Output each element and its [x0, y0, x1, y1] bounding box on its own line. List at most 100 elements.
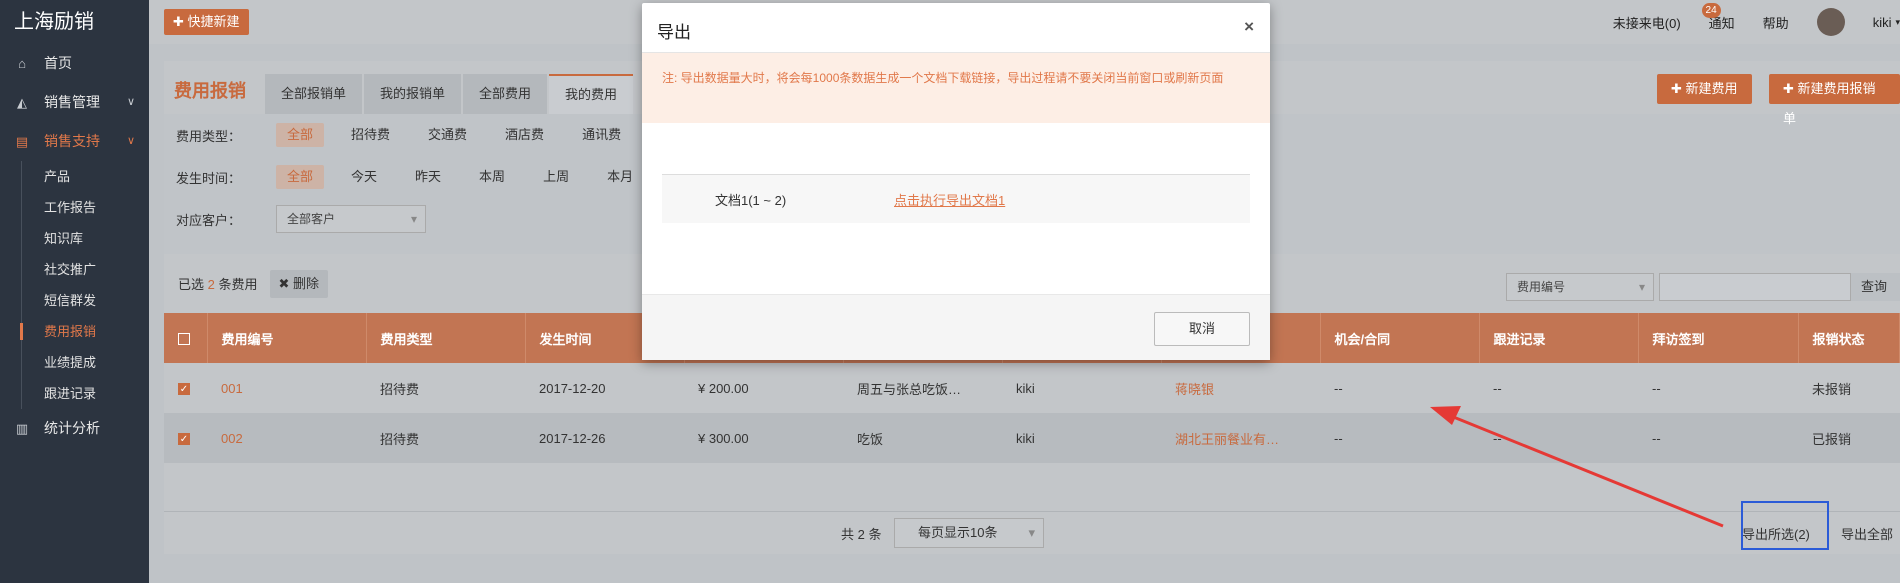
- filter-option[interactable]: 昨天: [404, 165, 452, 189]
- table-cell: kiki: [1016, 380, 1035, 396]
- cancel-button[interactable]: 取消: [1154, 312, 1250, 346]
- close-icon[interactable]: ×: [1244, 17, 1254, 37]
- table-cell: --: [1334, 430, 1343, 446]
- column-header[interactable]: 跟进记录: [1479, 313, 1639, 363]
- filter-option[interactable]: 酒店费: [494, 123, 555, 147]
- sidebar-item-sales-management[interactable]: ◭ 销售管理 ∨: [0, 83, 149, 122]
- selected-summary: 已选 2 条费用: [178, 274, 258, 293]
- quick-new-label: 快捷新建: [187, 14, 240, 29]
- sidebar-subitem-knowledge-base[interactable]: 知识库: [22, 223, 149, 254]
- page-title: 费用报销: [174, 81, 246, 101]
- column-header[interactable]: 机会/合同: [1320, 313, 1480, 363]
- dialog-header: 导出 ×: [642, 3, 1270, 53]
- notification-count-badge: 24: [1701, 2, 1721, 18]
- export-dialog: 导出 × 注: 导出数据量大时，将会每1000条数据生成一个文档下载链接，导出过…: [642, 3, 1270, 360]
- select-all-checkbox[interactable]: [178, 333, 190, 346]
- sidebar-item-statistics[interactable]: ▥ 统计分析: [0, 409, 149, 448]
- user-name: kiki: [1872, 14, 1892, 30]
- filter-option[interactable]: 通讯费: [571, 123, 632, 147]
- filter-option[interactable]: 上周: [532, 165, 580, 189]
- sidebar-item-home[interactable]: ⌂ 首页: [0, 44, 149, 83]
- new-expense-report-button[interactable]: ✚ 新建费用报销单: [1769, 74, 1900, 126]
- sidebar-subitem-expenses[interactable]: 费用报销: [20, 316, 149, 347]
- tab-my-reports[interactable]: 我的报销单: [364, 74, 462, 114]
- row-checkbox[interactable]: ✓: [178, 383, 190, 396]
- avatar: [1816, 8, 1845, 36]
- table-row[interactable]: ✓ 001 招待费 2017-12-20 ¥ 200.00 周五与张总吃饭… k…: [164, 363, 1900, 413]
- filter-option[interactable]: 招待费: [340, 123, 401, 147]
- search-field-select[interactable]: 费用编号: [1506, 273, 1654, 301]
- new-expense-label: 新建费用: [1685, 81, 1738, 96]
- sidebar-subitem-products[interactable]: 产品: [22, 161, 149, 192]
- export-doc-row: 文档1(1 ~ 2) 点击执行导出文档1: [662, 174, 1250, 223]
- sidebar-subitem-follow-up[interactable]: 跟进记录: [22, 378, 149, 409]
- search-input[interactable]: [1659, 273, 1851, 301]
- table-cell: ¥ 200.00: [698, 380, 749, 396]
- user-menu[interactable]: kiki ▾: [1816, 8, 1900, 36]
- row-checkbox[interactable]: ✓: [178, 433, 190, 446]
- delete-button[interactable]: ✖ 删除: [269, 269, 329, 298]
- pagination-bar: 共 2 条 每页显示10条 导出所选(2) 导出全部: [164, 511, 1900, 554]
- sidebar-item-label: 统计分析: [44, 420, 100, 436]
- export-all-button[interactable]: 导出全部: [1841, 524, 1893, 543]
- table-cell: --: [1652, 380, 1661, 396]
- dialog-title: 导出: [657, 23, 691, 42]
- sidebar: 上海励销 ⌂ 首页 ◭ 销售管理 ∨ ▤ 销售支持 ∨ 产品 工作报告 知识库 …: [0, 0, 149, 583]
- table-cell: ¥ 300.00: [698, 430, 749, 446]
- filter-option[interactable]: 全部: [276, 165, 325, 189]
- table-cell: --: [1652, 430, 1661, 446]
- search-button[interactable]: 查询: [1851, 273, 1900, 301]
- selected-count: 2: [207, 277, 215, 292]
- filter-option[interactable]: 本周: [468, 165, 516, 189]
- help-link[interactable]: 帮助: [1763, 13, 1789, 32]
- notifications-link[interactable]: 通知 24: [1701, 2, 1735, 32]
- area-chart-icon: ◭: [17, 95, 27, 110]
- filter-option[interactable]: 今天: [340, 165, 388, 189]
- bar-chart-icon: ▥: [15, 421, 29, 436]
- table-cell: kiki: [1016, 430, 1035, 446]
- tab-my-expenses[interactable]: 我的费用: [549, 74, 634, 114]
- page-size-select[interactable]: 每页显示10条: [894, 518, 1044, 548]
- customer-select[interactable]: 全部客户: [276, 205, 426, 233]
- top-right-menu: 未接来电(0) 通知 24 帮助 kiki ▾: [1613, 0, 1900, 44]
- column-header[interactable]: 费用类型: [366, 313, 526, 363]
- new-expense-button[interactable]: ✚ 新建费用: [1657, 74, 1752, 104]
- selected-suffix: 条费用: [218, 277, 258, 292]
- quick-new-button[interactable]: ✚ 快捷新建: [164, 9, 249, 35]
- tab-all-expenses[interactable]: 全部费用: [463, 74, 548, 114]
- column-header[interactable]: 费用编号: [207, 313, 367, 363]
- row-checkbox-cell: ✓: [164, 363, 207, 413]
- export-doc-link[interactable]: 点击执行导出文档1: [894, 190, 1005, 209]
- table-cell: 招待费: [380, 431, 420, 447]
- tab-all-reports[interactable]: 全部报销单: [265, 74, 363, 114]
- table-cell: 吃饭: [857, 431, 884, 447]
- table-row[interactable]: ✓ 002 招待费 2017-12-26 ¥ 300.00 吃饭 kiki 湖北…: [164, 413, 1900, 463]
- customer-link[interactable]: 蒋晓银: [1161, 363, 1320, 413]
- chevron-down-icon: ∨: [126, 96, 135, 108]
- column-header[interactable]: 拜访签到: [1638, 313, 1799, 363]
- filter-label: 对应客户：: [176, 212, 242, 228]
- sidebar-subitem-social-promotion[interactable]: 社交推广: [22, 254, 149, 285]
- missed-calls-link[interactable]: 未接来电(0): [1613, 13, 1681, 32]
- expense-id-link[interactable]: 002: [207, 413, 366, 463]
- customer-link[interactable]: 湖北王丽餐业有…: [1161, 413, 1320, 463]
- sidebar-subitem-sms[interactable]: 短信群发: [22, 285, 149, 316]
- table-cell: --: [1334, 380, 1343, 396]
- export-note: 注: 导出数据量大时，将会每1000条数据生成一个文档下载链接，导出过程请不要关…: [642, 53, 1270, 123]
- status-cell: 未报销: [1812, 381, 1852, 397]
- sidebar-subitem-commission[interactable]: 业绩提成: [22, 347, 149, 378]
- filter-label: 发生时间：: [176, 170, 242, 186]
- expense-id-link[interactable]: 001: [207, 363, 366, 413]
- filter-option[interactable]: 交通费: [417, 123, 478, 147]
- chevron-down-icon: ∨: [126, 135, 135, 147]
- column-header[interactable]: 报销状态: [1798, 313, 1900, 363]
- notifications-label: 通知: [1708, 15, 1735, 31]
- filter-option[interactable]: 本月: [596, 165, 644, 189]
- doc-name: 文档1(1 ~ 2): [715, 192, 787, 208]
- sidebar-item-label: 首页: [44, 55, 72, 71]
- filter-option[interactable]: 全部: [276, 123, 325, 147]
- sidebar-subitem-work-reports[interactable]: 工作报告: [22, 192, 149, 223]
- delete-label: 删除: [293, 275, 320, 291]
- sidebar-item-sales-support[interactable]: ▤ 销售支持 ∨: [0, 122, 149, 161]
- status-cell: 已报销: [1812, 431, 1852, 447]
